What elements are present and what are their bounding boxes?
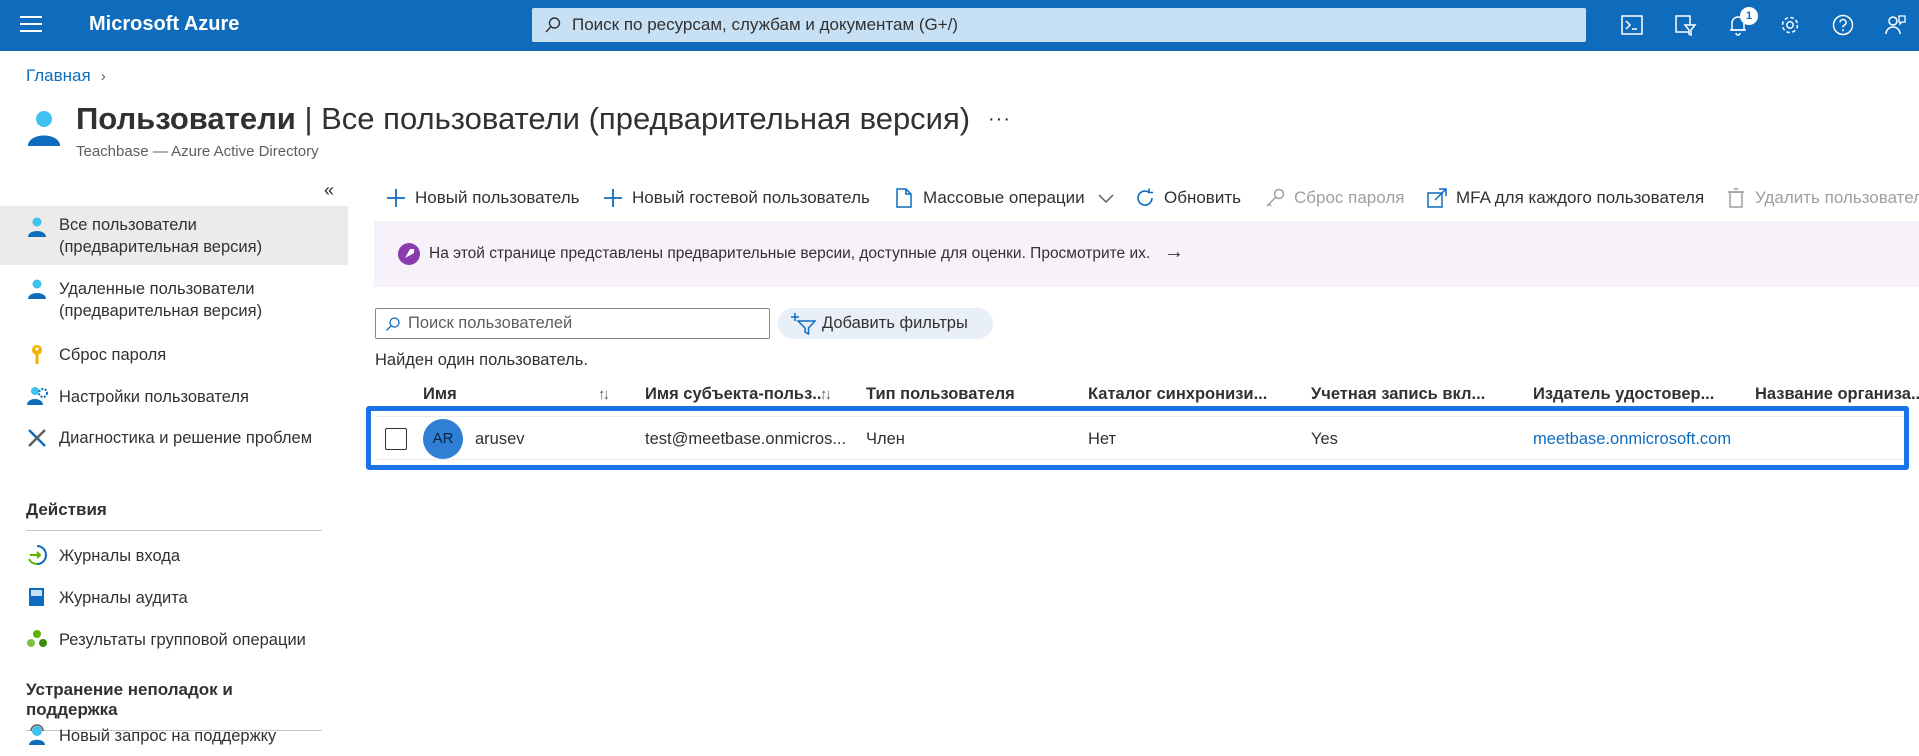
top-bar: Microsoft Azure 1 [0,0,1919,51]
breadcrumb[interactable]: Главная › [26,66,106,86]
reset-password-button: Сброс пароля [1264,186,1404,210]
sidebar-item-user-settings[interactable]: Настройки пользователя [0,384,348,410]
help-icon[interactable] [1828,10,1858,40]
key-icon [1266,188,1285,207]
trash-icon [1728,188,1744,208]
column-header-upn[interactable]: Имя субъекта-польз... [645,385,823,404]
page-subtitle: Teachbase — Azure Active Directory [76,143,319,160]
results-count: Найден один пользователь. [375,351,588,369]
user-settings-icon [27,387,48,405]
support-icon [29,724,45,745]
section-actions-heading: Действия [26,500,322,531]
rocket-icon [398,243,420,265]
cell-upn: test@meetbase.onmicros... [645,430,847,448]
more-options-button[interactable]: ··· [988,108,1011,131]
search-icon [386,317,400,331]
sidebar-item-bulk-results[interactable]: Результаты групповой операции [0,627,348,653]
collapse-sidebar-icon[interactable]: « [324,180,334,201]
cell-name[interactable]: arusev [475,430,625,449]
column-header-company-name[interactable]: Название организа... [1755,385,1919,404]
sidebar-item-reset-password[interactable]: Сброс пароля [0,342,348,368]
page-title: Пользователи | Все пользователи (предвар… [76,101,971,136]
external-link-icon [1427,188,1447,208]
sidebar-item-sign-in-logs[interactable]: Журналы входа [0,543,348,569]
sidebar-item-diagnose[interactable]: Диагностика и решение проблем [0,425,348,475]
sidebar-item-label: Удаленные пользователи (предварительная … [59,280,263,320]
add-filter-icon [791,312,816,335]
breadcrumb-home[interactable]: Главная [26,66,91,85]
sidebar-item-label: Журналы аудита [59,589,188,607]
sidebar-item-label: Диагностика и решение проблем [59,429,313,447]
chevron-right-icon: › [100,68,106,85]
sidebar-item-all-users[interactable]: Все пользователи (предварительная версия… [0,206,348,265]
column-header-account-enabled[interactable]: Учетная запись вкл... [1311,385,1511,404]
column-header-identity-issuer[interactable]: Издатель удостовер... [1533,385,1733,404]
cell-user-type: Член [866,430,905,448]
sort-icon[interactable]: ↑↓ [598,386,610,403]
brand-title[interactable]: Microsoft Azure [89,13,239,36]
bell-icon[interactable]: 1 [1723,7,1758,40]
user-icon [28,217,46,237]
cell-directory-synced: Нет [1088,430,1117,448]
column-header-user-type[interactable]: Тип пользователя [866,385,1066,404]
deleted-user-icon [28,279,46,299]
chevron-down-icon [1098,194,1114,204]
bulk-operations-button[interactable]: Массовые операции [893,186,1117,210]
users-icon [28,111,60,146]
column-header-name[interactable]: Имя [423,385,573,404]
row-checkbox[interactable] [385,428,407,450]
cell-account-enabled: Yes [1311,430,1338,448]
sidebar-item-new-support-request[interactable]: Новый запрос на поддержку [0,723,348,749]
sidebar-item-deleted-users[interactable]: Удаленные пользователи (предварительная … [0,274,348,324]
search-icon [545,17,561,33]
sign-in-icon [28,545,47,565]
preview-banner: На этой странице представлены предварите… [374,221,1919,287]
plus-icon [387,189,405,207]
new-user-button[interactable]: Новый пользователь [385,186,580,210]
group-icon [27,630,47,647]
column-header-directory-synced[interactable]: Каталог синхронизи... [1088,385,1288,404]
plus-icon [604,189,622,207]
mfa-button[interactable]: MFA для каждого пользователя [1426,186,1704,210]
feedback-icon[interactable] [1880,10,1910,40]
cloud-shell-icon[interactable] [1617,10,1647,40]
delete-user-button: Удалить пользователя [1725,186,1919,210]
sidebar-item-label: Сброс пароля [59,346,167,364]
arrow-right-icon[interactable]: → [1164,241,1184,264]
sidebar-item-label: Новый запрос на поддержку [59,727,277,745]
global-search[interactable] [532,8,1586,42]
book-icon [29,588,44,606]
key-icon [32,345,42,364]
notification-badge: 1 [1740,7,1758,25]
banner-text: На этой странице представлены предварите… [429,245,1151,262]
sort-icon[interactable]: ↑↓ [820,386,832,403]
sidebar-item-label: Результаты групповой операции [59,631,306,649]
gear-icon[interactable] [1775,10,1805,40]
sidebar-item-label: Журналы входа [59,547,181,565]
global-search-input[interactable] [572,8,1572,42]
directory-filter-icon[interactable] [1670,10,1700,40]
document-icon [896,188,912,208]
sidebar-item-label: Настройки пользователя [59,388,249,406]
refresh-icon [1137,188,1153,206]
wrench-icon [28,429,46,447]
sidebar-item-label: Все пользователи (предварительная версия… [59,216,263,256]
user-search-input[interactable] [408,309,758,338]
new-guest-user-button[interactable]: Новый гостевой пользователь [602,186,870,210]
cell-identity-issuer[interactable]: meetbase.onmicrosoft.com [1533,430,1748,449]
menu-icon[interactable] [20,16,42,34]
refresh-button[interactable]: Обновить [1134,186,1241,210]
user-search[interactable] [375,308,770,339]
sidebar-item-audit-logs[interactable]: Журналы аудита [0,585,348,611]
avatar: AR [423,419,463,459]
add-filters-button[interactable]: Добавить фильтры [778,308,993,339]
